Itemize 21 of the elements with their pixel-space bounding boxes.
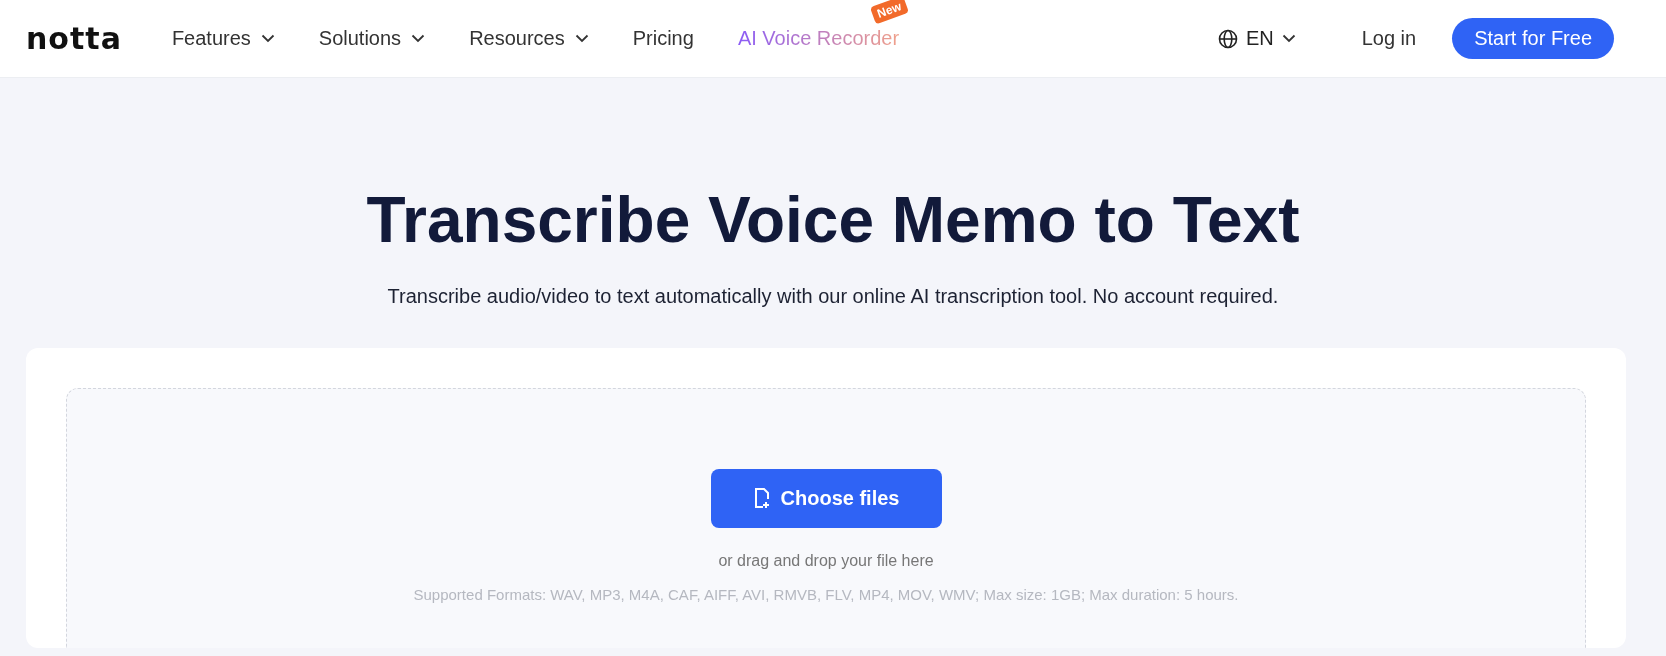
subtitle: Transcribe audio/video to text automatically with our online AI transcription tool. No account required. xyxy=(386,284,1280,308)
chevron-down-icon xyxy=(411,34,426,43)
new-badge: New xyxy=(870,0,910,25)
file-add-icon xyxy=(752,487,771,510)
language-selector[interactable]: EN xyxy=(1211,26,1302,51)
chevron-down-icon xyxy=(574,34,589,43)
logo[interactable]: notta xyxy=(26,21,122,56)
drop-zone[interactable]: Choose files or drag and drop your file here Supported Formats: WAV, MP3, M4A, CAF, AIFF, AVI, RMVB, FLV, MP4, MOV, WMV; Max size: 1GB; Max duration: 5 hours. xyxy=(66,387,1586,648)
page-title: Transcribe Voice Memo to Text xyxy=(365,183,1301,258)
nav-dropdown[interactable]: Resources xyxy=(469,27,589,50)
drop-hint: or drag and drop your file here xyxy=(718,551,934,570)
chevron-down-icon xyxy=(1281,34,1296,43)
start-button[interactable]: Start for Free xyxy=(1452,18,1614,59)
choose-files-button[interactable]: Choose files xyxy=(710,468,942,528)
login-link[interactable]: Log in xyxy=(1355,26,1423,51)
nav-dropdown[interactable]: Solutions xyxy=(318,27,426,50)
globe-icon xyxy=(1217,28,1238,49)
nav-dropdown[interactable]: Features xyxy=(171,27,275,50)
nav-link[interactable]: Pricing xyxy=(632,27,694,50)
chevron-down-icon xyxy=(260,34,275,43)
formats-note: Supported Formats: WAV, MP3, M4A, CAF, AIFF, AVI, RMVB, FLV, MP4, MOV, WMV; Max size: 1GB; Max duration: 5 hours. xyxy=(413,585,1239,603)
